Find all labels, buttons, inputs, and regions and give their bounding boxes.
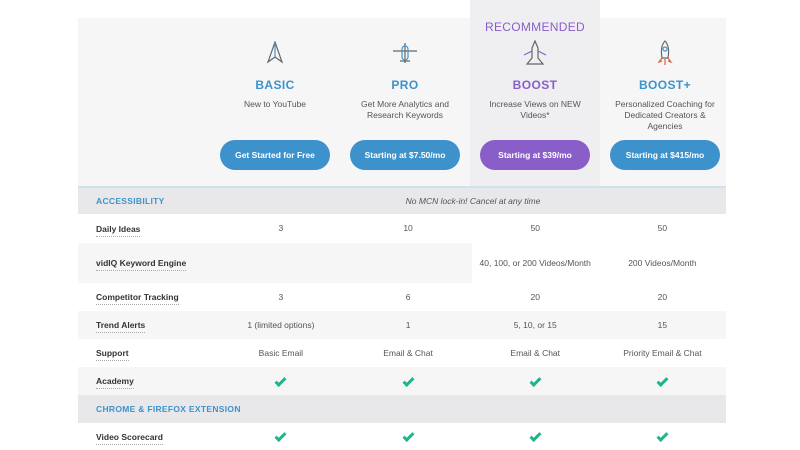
table-cell: 10 (403, 223, 413, 233)
table-cell: Priority Email & Chat (623, 347, 702, 358)
feature-label[interactable]: Trend Alerts (96, 320, 146, 333)
table-cell: 1 (405, 319, 411, 330)
table-cell: 20 (530, 291, 540, 302)
pro-plan-button[interactable]: Starting at $7.50/mo (350, 140, 460, 170)
check-icon (402, 429, 415, 443)
table-cell: Email & Chat (383, 347, 433, 358)
plan-description: Increase Views on NEW Videos* (489, 99, 581, 120)
feature-label[interactable]: Competitor Tracking (96, 292, 179, 305)
table-cell: 3 (278, 291, 284, 302)
plan-name: BASIC (255, 78, 295, 92)
check-icon (656, 429, 669, 443)
check-icon (402, 374, 415, 387)
table-cell: 50 (657, 223, 668, 233)
table-row-competitor-tracking: Competitor Tracking 3 6 20 20 (78, 283, 726, 311)
table-cell: 1 (limited options) (247, 319, 315, 330)
section-label: CHROME & FIREFOX EXTENSION (96, 404, 241, 414)
boost-plan-button[interactable]: Starting at $39/mo (480, 140, 590, 170)
feature-label[interactable]: Daily Ideas (96, 223, 141, 237)
plan-boost-plus: BOOST+ Personalized Coaching for Dedicat… (600, 40, 730, 170)
table-cell: 40, 100, or 200 Videos/Month (471, 243, 599, 283)
plan-boost: BOOST Increase Views on NEW Videos* Star… (470, 40, 600, 170)
accessibility-note: No MCN lock-in! Cancel at any time (405, 196, 541, 206)
rocket-icon (600, 40, 730, 66)
table-row-video-scorecard: Video Scorecard (78, 423, 726, 450)
recommended-label: RECOMMENDED (485, 20, 585, 34)
paper-plane-icon (210, 40, 340, 66)
table-row-trend-alerts: Trend Alerts 1 (limited options) 1 5, 10… (78, 311, 726, 339)
plan-basic: BASIC New to YouTube Get Started for Fre… (210, 40, 340, 170)
table-cell: 200 Videos/Month (598, 243, 726, 283)
section-accessibility: ACCESSIBILITY No MCN lock-in! Cancel at … (78, 188, 726, 214)
check-icon (274, 429, 287, 443)
check-icon (656, 374, 669, 387)
boost-plus-plan-button[interactable]: Starting at $415/mo (610, 140, 720, 170)
check-icon (529, 374, 542, 387)
plan-pro: PRO Get More Analytics and Research Keyw… (340, 40, 470, 170)
feature-label[interactable]: Academy (96, 376, 134, 389)
get-started-button[interactable]: Get Started for Free (220, 140, 330, 170)
table-cell: 6 (405, 291, 411, 302)
jet-icon (470, 40, 600, 66)
plan-name: BOOST (512, 78, 558, 92)
table-cell: 5, 10, or 15 (513, 319, 557, 330)
plan-name: PRO (391, 78, 419, 92)
feature-label[interactable]: vidIQ Keyword Engine (96, 258, 187, 271)
table-row-keyword-engine: vidIQ Keyword Engine 40, 100, or 200 Vid… (78, 243, 726, 283)
table-cell: 3 (278, 223, 284, 233)
feature-label[interactable]: Video Scorecard (96, 431, 163, 445)
table-row-daily-ideas: Daily Ideas 3 10 50 50 (78, 214, 726, 243)
section-extension: CHROME & FIREFOX EXTENSION (78, 395, 726, 423)
plan-description: New to YouTube (243, 99, 307, 109)
table-row-support: Support Basic Email Email & Chat Email &… (78, 339, 726, 367)
table-cell: Email & Chat (510, 347, 561, 358)
table-cell: Basic Email (258, 347, 304, 358)
feature-label[interactable]: Support (96, 348, 129, 361)
airplane-icon (340, 40, 470, 66)
plan-description: Get More Analytics and Research Keywords (361, 99, 449, 120)
check-icon (529, 429, 542, 443)
plan-name: BOOST+ (638, 78, 692, 92)
plan-description: Personalized Coaching for Dedicated Crea… (615, 99, 715, 131)
check-icon (274, 374, 287, 387)
table-cell: 20 (657, 291, 668, 302)
table-row-academy: Academy (78, 367, 726, 395)
table-cell: 15 (657, 319, 668, 330)
table-cell: 50 (530, 223, 540, 233)
section-label: ACCESSIBILITY (96, 196, 165, 206)
